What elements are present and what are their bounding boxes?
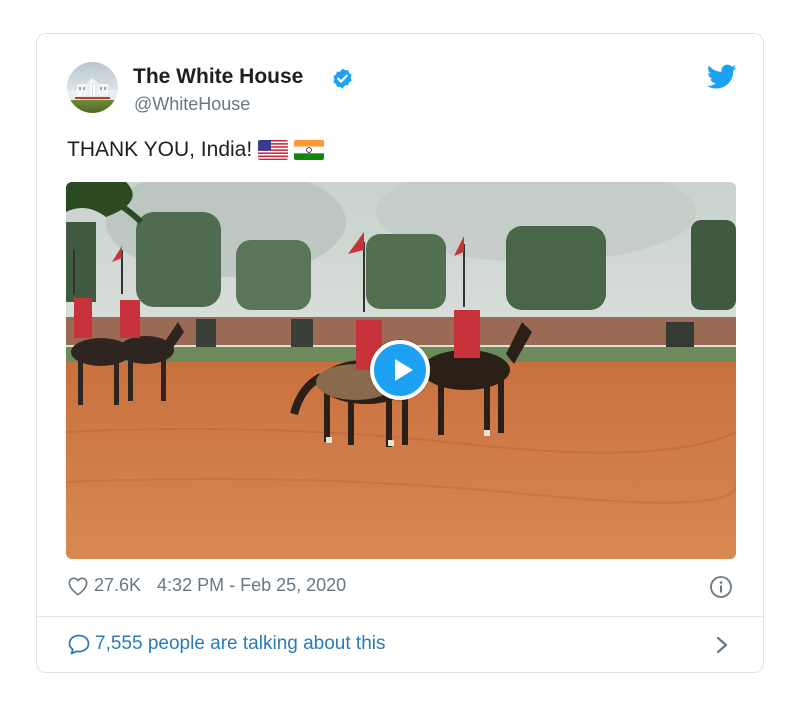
us-flag-icon bbox=[258, 140, 289, 160]
author-handle[interactable]: @WhiteHouse bbox=[134, 94, 250, 115]
tweet-card: The White House @WhiteHouse THANK YOU, I… bbox=[36, 33, 764, 673]
avatar[interactable] bbox=[67, 62, 118, 113]
tweet-timestamp[interactable]: 4:32 PM - Feb 25, 2020 bbox=[157, 575, 346, 596]
verified-badge-icon bbox=[333, 68, 352, 89]
chevron-right-icon[interactable] bbox=[715, 635, 729, 655]
conversation-link[interactable]: 7,555 people are talking about this bbox=[67, 633, 386, 655]
talking-count: 7,555 people are talking about this bbox=[95, 633, 386, 654]
author-name[interactable]: The White House bbox=[133, 65, 303, 89]
comment-bubble-icon bbox=[68, 634, 90, 655]
tweet-body: THANK YOU, India! bbox=[67, 138, 253, 161]
divider bbox=[37, 616, 763, 617]
white-house-avatar-icon bbox=[75, 78, 110, 99]
twitter-bird-icon[interactable] bbox=[707, 64, 737, 90]
info-icon[interactable] bbox=[709, 575, 733, 599]
play-button[interactable] bbox=[370, 340, 430, 400]
like-count[interactable]: 27.6K bbox=[94, 575, 141, 596]
india-flag-icon bbox=[294, 140, 325, 160]
video-player[interactable] bbox=[66, 182, 736, 559]
like-heart-icon[interactable] bbox=[67, 576, 89, 596]
tweet-text: THANK YOU, India! bbox=[67, 138, 325, 162]
tweet-meta: 27.6K 4:32 PM - Feb 25, 2020 bbox=[67, 575, 346, 596]
